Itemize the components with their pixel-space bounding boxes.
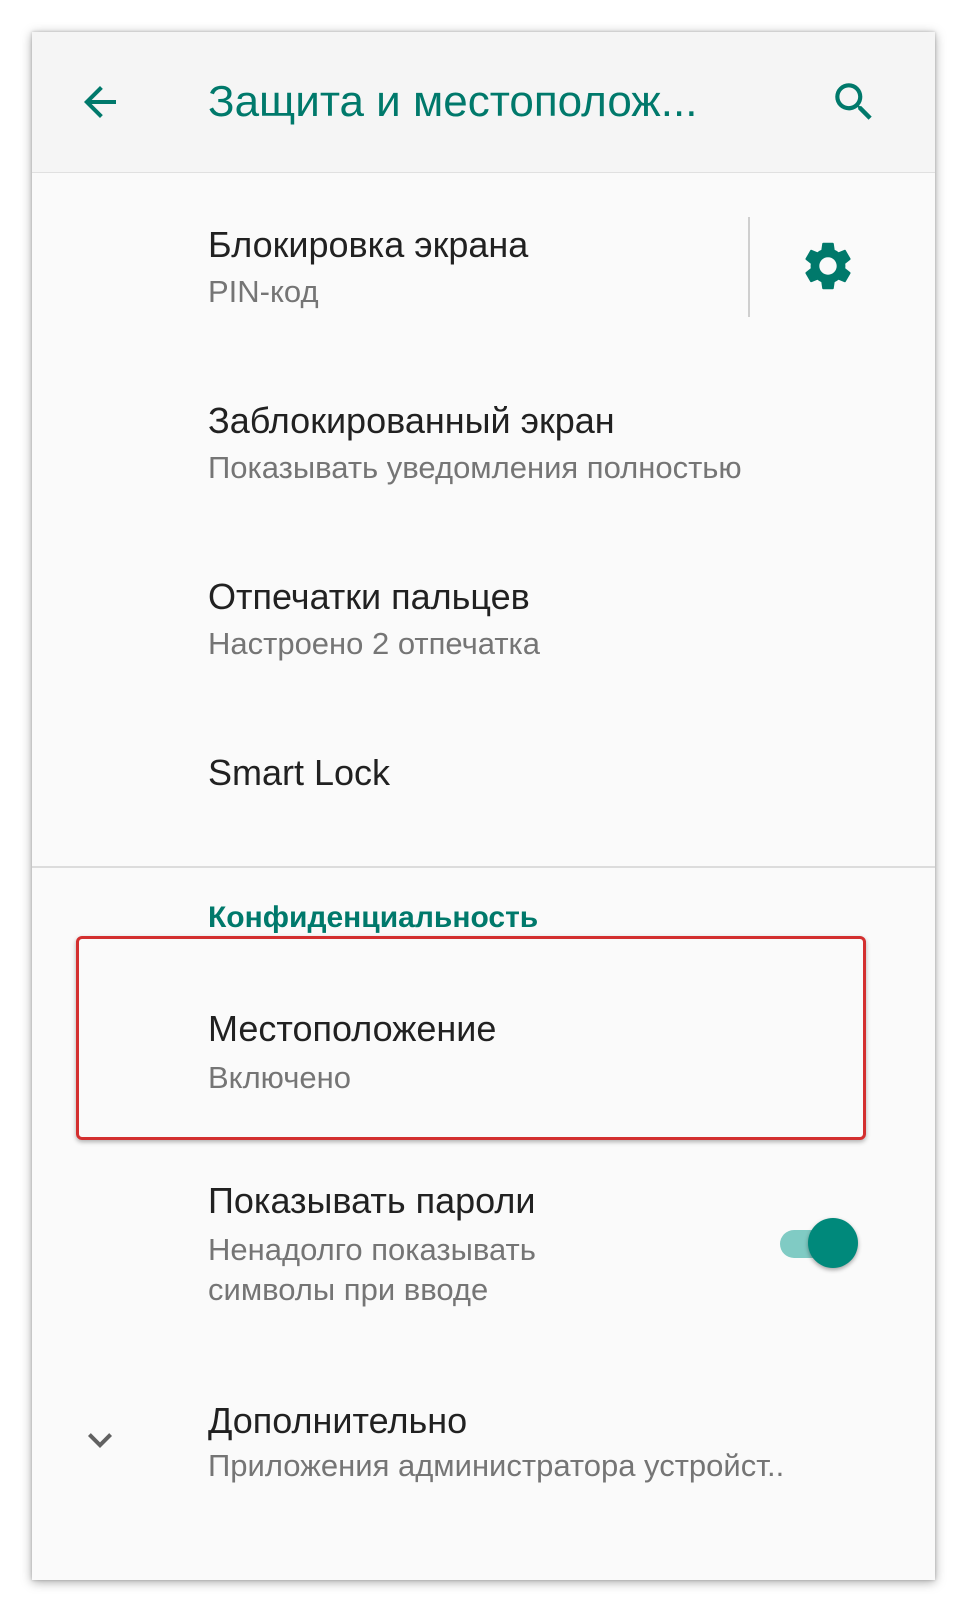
lock-screen-subtitle: Показывать уведомления полностью bbox=[208, 450, 742, 485]
fingerprints-subtitle: Настроено 2 отпечатка bbox=[208, 626, 541, 661]
privacy-section-header: Конфиденциальность bbox=[208, 901, 539, 934]
app-bar: Защита и местополож... bbox=[32, 32, 935, 173]
page-title: Защита и местополож... bbox=[208, 77, 698, 126]
screen-lock-settings-button[interactable] bbox=[794, 232, 862, 300]
show-passwords-subtitle-line2: символы при вводе bbox=[208, 1272, 489, 1307]
gear-icon bbox=[805, 242, 851, 290]
fingerprints-title: Отпечатки пальцев bbox=[208, 576, 530, 617]
screen-lock-subtitle: PIN-код bbox=[208, 274, 319, 309]
show-passwords-title: Показывать пароли bbox=[208, 1180, 536, 1221]
lock-screen-item[interactable]: Заблокированный экран Показывать уведомл… bbox=[32, 372, 935, 522]
advanced-item[interactable]: Дополнительно Приложения администратора … bbox=[32, 1382, 935, 1542]
highlight-frame bbox=[76, 936, 866, 1140]
screen-lock-title: Блокировка экрана bbox=[208, 224, 529, 265]
expand-button[interactable] bbox=[68, 1414, 132, 1466]
toggle-thumb bbox=[808, 1218, 858, 1268]
phone-screen: Защита и местополож... Блокировка экрана… bbox=[32, 32, 935, 1580]
section-divider bbox=[32, 866, 935, 868]
show-passwords-toggle[interactable] bbox=[778, 1218, 860, 1270]
fingerprints-item[interactable]: Отпечатки пальцев Настроено 2 отпечатка bbox=[32, 548, 935, 698]
search-button[interactable] bbox=[822, 70, 886, 134]
search-icon bbox=[835, 83, 872, 120]
lock-screen-title: Заблокированный экран bbox=[208, 400, 615, 441]
chevron-down-icon bbox=[88, 1433, 112, 1448]
advanced-subtitle: Приложения администратора устройст.. bbox=[208, 1448, 785, 1483]
vertical-divider bbox=[748, 217, 750, 317]
arrow-back-icon bbox=[84, 86, 116, 118]
advanced-title: Дополнительно bbox=[208, 1400, 468, 1441]
show-passwords-subtitle-line1: Ненадолго показывать bbox=[208, 1232, 536, 1267]
smart-lock-item[interactable]: Smart Lock bbox=[32, 722, 935, 852]
back-button[interactable] bbox=[68, 70, 132, 134]
smart-lock-title: Smart Lock bbox=[208, 752, 391, 793]
